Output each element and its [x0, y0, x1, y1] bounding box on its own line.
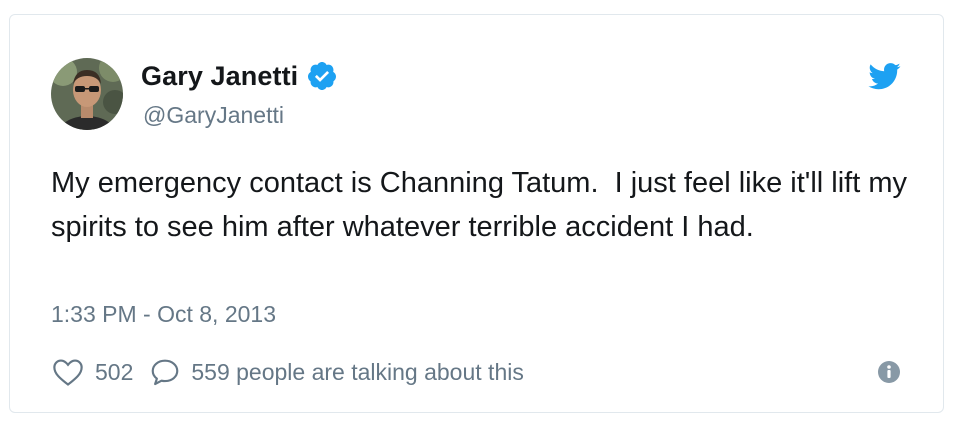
tweet-text: My emergency contact is Channing Tatum. …	[51, 167, 916, 243]
likes-count[interactable]: 502	[95, 359, 133, 386]
tweet-actions: 502 559 people are talking about this	[51, 355, 524, 389]
conversation-count[interactable]: 559 people are talking about this	[191, 359, 523, 386]
author-display-name[interactable]: Gary Janetti	[141, 61, 298, 92]
twitter-bird-icon[interactable]	[867, 62, 901, 92]
verified-badge-icon	[306, 60, 338, 92]
heart-icon[interactable]	[51, 357, 85, 387]
author-name-row[interactable]: Gary Janetti	[141, 59, 338, 93]
info-icon[interactable]	[877, 360, 901, 384]
speech-bubble-icon[interactable]	[149, 357, 181, 387]
author-handle[interactable]: @GaryJanetti	[143, 102, 284, 129]
tweet-timestamp[interactable]: 1:33 PM - Oct 8, 2013	[51, 301, 276, 328]
avatar-photo-icon	[51, 58, 123, 130]
avatar[interactable]	[51, 58, 123, 130]
tweet-card: Gary Janetti @GaryJanetti My emergency c…	[9, 14, 944, 413]
